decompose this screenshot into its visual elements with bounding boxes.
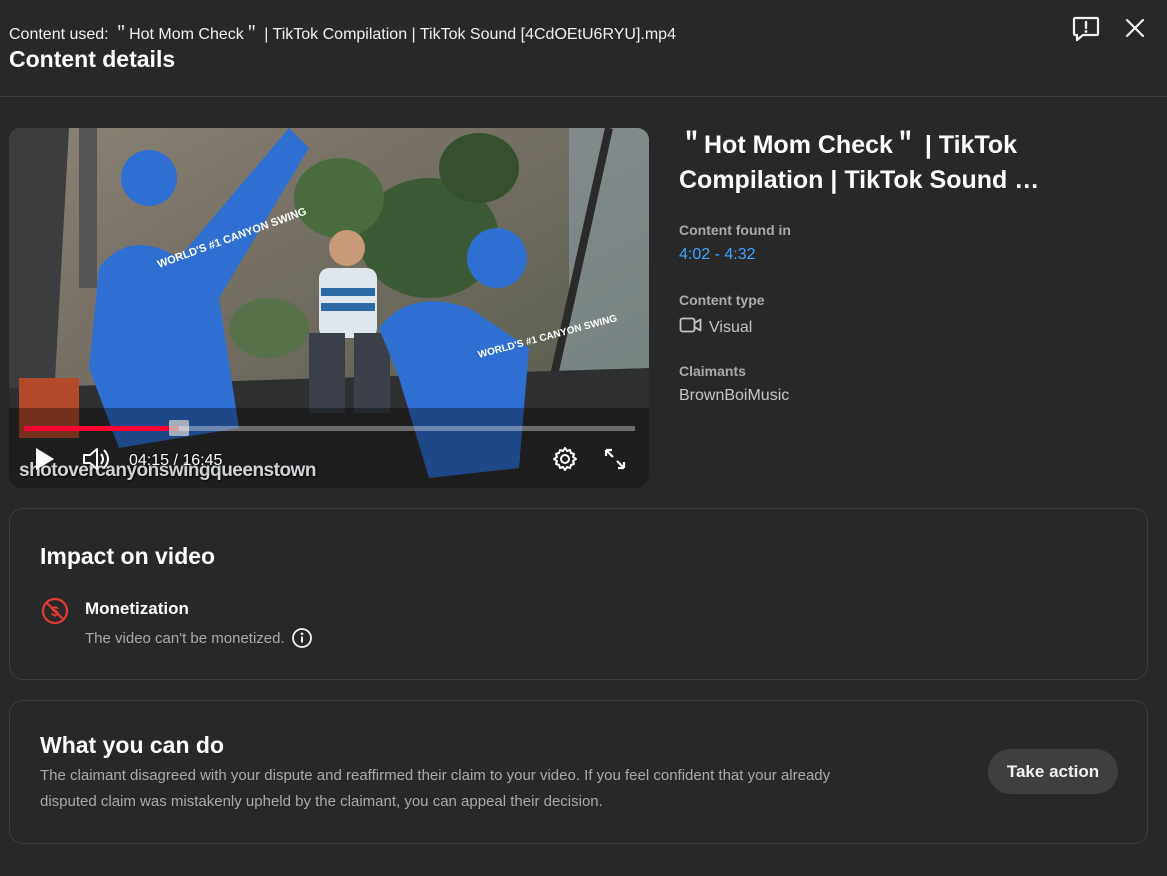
content-type-text: Visual <box>709 318 753 336</box>
no-monetization-icon: $ <box>40 596 70 631</box>
content-used-value: ＂Hot Mom Check＂ | TikTok Compilation | T… <box>113 26 676 43</box>
feedback-icon <box>1071 13 1101 48</box>
progress-played <box>24 426 179 431</box>
scrub-handle[interactable] <box>168 420 189 436</box>
feedback-button[interactable] <box>1070 14 1102 46</box>
play-button[interactable] <box>29 446 59 476</box>
content-used-line: Content used: ＂Hot Mom Check＂ | TikTok C… <box>9 20 676 44</box>
video-title: ＂Hot Mom Check＂ | TikTok Compilation | T… <box>679 131 1040 194</box>
volume-button[interactable] <box>79 446 113 476</box>
time-display: 04:15 / 16:45 <box>129 452 223 469</box>
settings-button[interactable] <box>550 446 580 476</box>
impact-card: Impact on video $ Monetization The video… <box>9 508 1148 680</box>
svg-text:$: $ <box>51 603 59 619</box>
action-card: What you can do The claimant disagreed w… <box>9 700 1148 844</box>
header: Content used: ＂Hot Mom Check＂ | TikTok C… <box>0 0 1167 97</box>
fullscreen-icon <box>602 446 628 477</box>
content-type-label: Content type <box>679 292 765 308</box>
fullscreen-button[interactable] <box>600 446 630 476</box>
monetization-desc: The video can't be monetized. <box>85 629 285 647</box>
close-icon <box>1123 16 1147 45</box>
play-icon <box>32 446 56 477</box>
actions-description: The claimant disagreed with your dispute… <box>40 767 831 810</box>
progress-bar[interactable] <box>24 420 635 436</box>
claimants-label: Claimants <box>679 363 746 379</box>
info-icon[interactable] <box>291 627 313 649</box>
settings-icon <box>551 445 579 478</box>
video-player[interactable]: WORLD'S #1 CANYON SWING WORLD'S #1 CANYO… <box>9 128 649 488</box>
monetization-title: Monetization <box>85 599 189 618</box>
close-button[interactable] <box>1119 14 1151 46</box>
impact-title: Impact on video <box>40 543 216 569</box>
content-found-link[interactable]: 4:02 - 4:32 <box>679 246 756 264</box>
content-used-label: Content used: <box>9 26 109 43</box>
page-title: Content details <box>9 46 176 72</box>
video-frame: WORLD'S #1 CANYON SWING WORLD'S #1 CANYO… <box>9 128 649 488</box>
take-action-button[interactable]: Take action <box>988 749 1118 794</box>
video-camera-icon <box>679 316 703 339</box>
content-type-value: Visual <box>679 316 752 339</box>
volume-icon <box>81 446 111 477</box>
actions-title: What you can do <box>40 732 224 758</box>
monetization-desc-row: The video can't be monetized. <box>85 627 313 649</box>
claimants-value: BrownBoiMusic <box>679 387 790 404</box>
content-found-label: Content found in <box>679 222 791 238</box>
